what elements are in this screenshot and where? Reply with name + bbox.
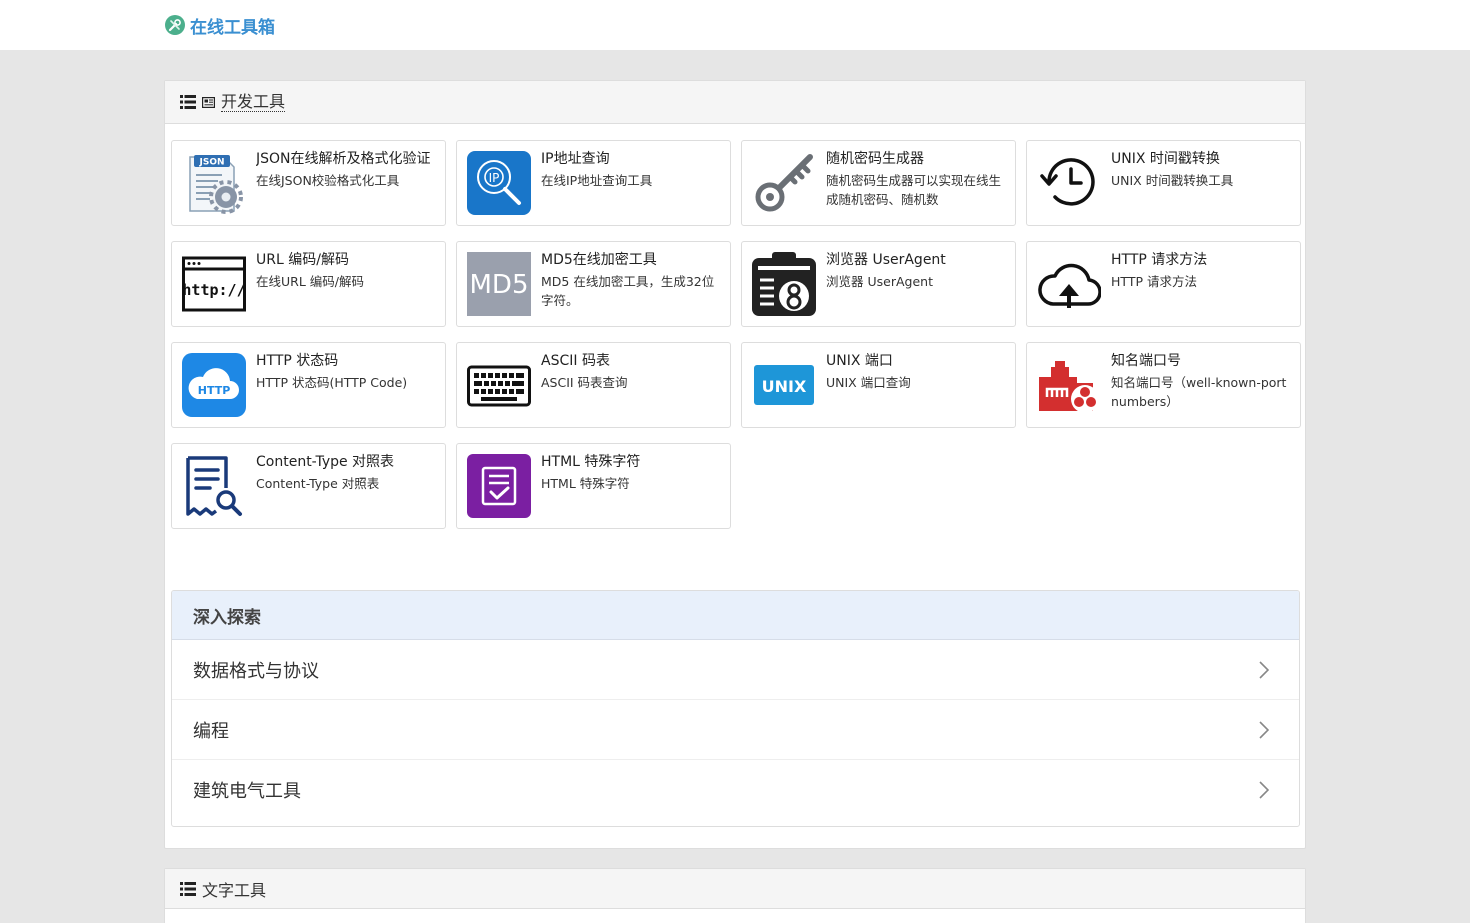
brand-link[interactable]: 在线工具箱 [165,14,275,38]
section-title: 文字工具 [202,880,267,900]
ip-search-icon: IP [467,151,531,215]
tool-title: HTTP 状态码 [256,353,339,369]
clock-history-icon [1037,151,1101,215]
http-window-icon: http:// [182,252,246,316]
explore-item-data-formats[interactable]: 数据格式与协议 [172,640,1299,700]
key-icon [752,151,816,215]
keyboard-icon [467,353,531,417]
tool-desc: 知名端口号（well-known-port numbers） [1111,375,1287,409]
tool-title: JSON在线解析及格式化验证 [256,151,431,167]
unix-icon-label: UNIX [762,377,807,396]
list-icon [180,95,196,109]
tool-desc: HTTP 请求方法 [1111,274,1197,289]
tool-title: IP地址查询 [541,151,610,167]
text-tools-header: 文字工具 [165,869,1305,909]
section-title: 开发工具 [221,91,286,112]
html-checklist-icon [467,454,531,518]
tool-title: 知名端口号 [1111,353,1181,369]
svg-text:JSON: JSON [198,158,224,168]
svg-text:IP: IP [489,171,500,185]
tool-card[interactable]: MD5 MD5在线加密工具 MD5 在线加密工具，生成32位字符。 [456,241,731,327]
tool-card[interactable]: ASCII 码表 ASCII 码表查询 [456,342,731,428]
tool-desc: HTTP 状态码(HTTP Code) [256,375,408,390]
tool-desc: Content-Type 对照表 [256,476,380,491]
user-agent-icon [752,252,816,316]
explore-item-label: 建筑电气工具 [193,781,301,802]
explore-item-label: 数据格式与协议 [193,660,319,682]
explore-item-electrical[interactable]: 建筑电气工具 [172,760,1299,820]
http-cloud-icon: HTTP [182,353,246,417]
dev-tools-panel: 开发工具 JSON JSON在线解析及格式化验证 在线JSON校验格式化工具 I… [164,80,1306,849]
text-tools-panel: 文字工具 [164,868,1306,923]
explore-title: 深入探索 [172,591,1299,640]
tool-card[interactable]: 知名端口号 知名端口号（well-known-port numbers） [1026,342,1301,428]
tool-title: 浏览器 UserAgent [826,252,946,268]
chevron-right-icon [1259,781,1269,799]
cloud-upload-icon [1037,252,1101,316]
tool-card[interactable]: 随机密码生成器 随机密码生成器可以实现在线生成随机密码、随机数 [741,140,1016,226]
tool-card[interactable]: HTML 特殊字符 HTML 特殊字符 [456,443,731,529]
tool-title: 随机密码生成器 [826,151,924,167]
tool-desc: 在线IP地址查询工具 [541,173,653,188]
tool-card[interactable]: JSON JSON在线解析及格式化验证 在线JSON校验格式化工具 [171,140,446,226]
tool-desc: HTML 特殊字符 [541,476,630,491]
chevron-right-icon [1259,660,1269,679]
newspaper-icon [202,96,215,108]
tool-desc: ASCII 码表查询 [541,375,628,390]
tool-desc: UNIX 时间戳转换工具 [1111,173,1234,188]
tool-title: UNIX 端口 [826,353,893,369]
explore-item-programming[interactable]: 编程 [172,700,1299,760]
document-search-icon [182,454,246,518]
tool-card[interactable]: 浏览器 UserAgent 浏览器 UserAgent [741,241,1016,327]
tool-card[interactable]: UNIX UNIX 端口 UNIX 端口查询 [741,342,1016,428]
tool-title: ASCII 码表 [541,353,610,369]
list-icon [180,881,196,896]
tool-card[interactable]: http:// URL 编码/解码 在线URL 编码/解码 [171,241,446,327]
tool-card[interactable]: UNIX 时间戳转换 UNIX 时间戳转换工具 [1026,140,1301,226]
brand-name: 在线工具箱 [190,17,275,38]
unix-icon: UNIX [752,353,816,417]
dev-tools-header: 开发工具 [165,81,1305,124]
md5-icon-label: MD5 [470,270,529,300]
tool-desc: 在线URL 编码/解码 [256,274,364,289]
tool-desc: MD5 在线加密工具，生成32位字符。 [541,274,715,308]
tool-card[interactable]: Content-Type 对照表 Content-Type 对照表 [171,443,446,529]
port-network-icon [1037,353,1101,417]
tool-title: Content-Type 对照表 [256,454,395,470]
tool-desc: UNIX 端口查询 [826,375,911,390]
tool-title: HTTP 请求方法 [1111,252,1208,268]
http-icon-label: http:// [182,281,245,299]
tool-title: MD5在线加密工具 [541,252,657,268]
tool-desc: 浏览器 UserAgent [826,274,933,289]
http-cloud-label: HTTP [198,384,231,397]
tool-title: HTML 特殊字符 [541,454,641,470]
tool-title: URL 编码/解码 [256,252,349,268]
tool-desc: 随机密码生成器可以实现在线生成随机密码、随机数 [826,173,1002,207]
explore-panel: 深入探索 数据格式与协议 编程 建筑电气工具 [171,590,1300,827]
md5-icon: MD5 [467,252,531,316]
tool-desc: 在线JSON校验格式化工具 [256,173,400,188]
tool-card[interactable]: HTTP HTTP 状态码 HTTP 状态码(HTTP Code) [171,342,446,428]
json-icon: JSON [182,151,246,215]
wrench-screwdriver-icon [165,15,185,35]
explore-item-label: 编程 [193,720,229,742]
tool-title: UNIX 时间戳转换 [1111,151,1220,167]
chevron-right-icon [1259,720,1269,739]
top-navbar: 在线工具箱 [0,0,1470,50]
tool-card[interactable]: IP IP地址查询 在线IP地址查询工具 [456,140,731,226]
tool-card[interactable]: HTTP 请求方法 HTTP 请求方法 [1026,241,1301,327]
